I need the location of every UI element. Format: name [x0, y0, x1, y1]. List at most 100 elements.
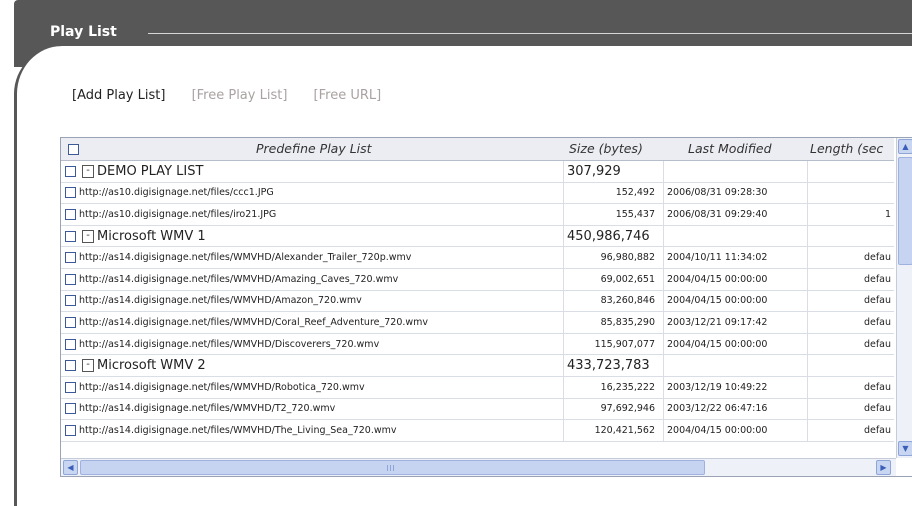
collapse-toggle-icon[interactable]: -: [82, 359, 94, 373]
modified-cell: [663, 355, 811, 376]
length-cell: defau: [807, 376, 891, 398]
table-row[interactable]: http://as10.digisignage.net/files/ccc1.J…: [61, 182, 894, 205]
name-cell: http://as10.digisignage.net/files/ccc1.J…: [65, 183, 559, 204]
size-cell: 115,907,077: [563, 333, 659, 355]
grid-header: Predefine Play List Size (bytes) Last Mo…: [61, 138, 894, 161]
column-header-name[interactable]: Predefine Play List: [256, 138, 372, 160]
page-title: Play List: [50, 24, 117, 40]
arrow-down-icon[interactable]: ▼: [898, 441, 912, 456]
arrow-left-icon[interactable]: ◀: [63, 460, 78, 475]
size-cell: 97,692,946: [563, 398, 659, 420]
row-checkbox[interactable]: [65, 230, 76, 242]
horizontal-scroll-thumb[interactable]: [80, 460, 705, 475]
name-cell: http://as14.digisignage.net/files/WMVHD/…: [65, 334, 559, 355]
file-url: http://as10.digisignage.net/files/iro21.…: [79, 208, 277, 220]
size-cell: 85,835,290: [563, 312, 659, 333]
column-header-size[interactable]: Size (bytes): [569, 138, 643, 160]
name-cell: http://as14.digisignage.net/files/WMVHD/…: [65, 247, 559, 268]
length-cell: defau: [807, 398, 891, 420]
playlist-grid: Predefine Play List Size (bytes) Last Mo…: [60, 137, 912, 477]
row-checkbox[interactable]: [65, 381, 76, 393]
modified-cell: 2003/12/19 10:49:22: [663, 376, 811, 398]
file-url: http://as14.digisignage.net/files/WMVHD/…: [79, 295, 362, 307]
size-cell: 450,986,746: [563, 225, 659, 247]
row-checkbox[interactable]: [65, 295, 76, 307]
name-cell: http://as14.digisignage.net/files/WMVHD/…: [65, 399, 559, 420]
size-cell: 120,421,562: [563, 420, 659, 441]
length-cell: defau: [807, 268, 891, 290]
table-row[interactable]: http://as14.digisignage.net/files/WMVHD/…: [61, 268, 894, 291]
length-cell: [807, 161, 891, 182]
name-cell: - Microsoft WMV 2: [65, 355, 559, 376]
file-url: http://as14.digisignage.net/files/WMVHD/…: [79, 424, 397, 436]
horizontal-scrollbar[interactable]: ◀ ▶: [61, 458, 896, 476]
modified-cell: 2003/12/22 06:47:16: [663, 398, 811, 420]
modified-cell: 2003/12/21 09:17:42: [663, 312, 811, 333]
length-cell: 1: [807, 204, 891, 225]
size-cell: 307,929: [563, 161, 659, 182]
row-checkbox[interactable]: [65, 338, 76, 350]
group-name: Microsoft WMV 1: [97, 228, 206, 244]
file-url: http://as14.digisignage.net/files/WMVHD/…: [79, 381, 365, 393]
row-checkbox[interactable]: [65, 273, 76, 285]
table-row[interactable]: http://as10.digisignage.net/files/iro21.…: [61, 204, 894, 226]
arrow-up-icon[interactable]: ▲: [898, 139, 912, 154]
table-row[interactable]: http://as14.digisignage.net/files/WMVHD/…: [61, 247, 894, 269]
column-header-length[interactable]: Length (sec: [810, 138, 894, 160]
row-checkbox[interactable]: [65, 360, 76, 372]
action-links: [Add Play List] [Free Play List] [Free U…: [72, 88, 403, 103]
row-checkbox[interactable]: [65, 208, 76, 220]
table-row[interactable]: http://as14.digisignage.net/files/WMVHD/…: [61, 420, 894, 442]
table-row[interactable]: http://as14.digisignage.net/files/WMVHD/…: [61, 333, 894, 356]
file-url: http://as14.digisignage.net/files/WMVHD/…: [79, 252, 412, 264]
row-checkbox[interactable]: [65, 252, 76, 264]
modified-cell: 2006/08/31 09:28:30: [663, 182, 811, 204]
name-cell: http://as14.digisignage.net/files/WMVHD/…: [65, 291, 559, 312]
group-row[interactable]: - Microsoft WMV 1 450,986,746: [61, 225, 894, 248]
length-cell: defau: [807, 312, 891, 333]
size-cell: 433,723,783: [563, 355, 659, 376]
size-cell: 83,260,846: [563, 290, 659, 312]
vertical-scroll-thumb[interactable]: [898, 157, 912, 265]
file-url: http://as14.digisignage.net/files/WMVHD/…: [79, 403, 336, 415]
vertical-scrollbar[interactable]: ▲ ▼: [896, 138, 912, 458]
arrow-right-icon[interactable]: ▶: [876, 460, 891, 475]
row-checkbox[interactable]: [65, 424, 76, 436]
row-checkbox[interactable]: [65, 403, 76, 415]
add-play-list-link[interactable]: [Add Play List]: [72, 88, 165, 103]
table-row[interactable]: http://as14.digisignage.net/files/WMVHD/…: [61, 312, 894, 334]
length-cell: defau: [807, 333, 891, 355]
column-header-modified[interactable]: Last Modified: [688, 138, 772, 160]
name-cell: http://as10.digisignage.net/files/iro21.…: [65, 204, 559, 225]
file-url: http://as14.digisignage.net/files/WMVHD/…: [79, 316, 429, 328]
length-cell: [807, 355, 891, 376]
file-url: http://as14.digisignage.net/files/WMVHD/…: [79, 338, 380, 350]
name-cell: - Microsoft WMV 1: [65, 226, 559, 247]
name-cell: http://as14.digisignage.net/files/WMVHD/…: [65, 420, 559, 441]
name-cell: http://as14.digisignage.net/files/WMVHD/…: [65, 312, 559, 333]
header-divider: [148, 33, 912, 34]
free-play-list-link: [Free Play List]: [191, 88, 288, 103]
file-url: http://as14.digisignage.net/files/WMVHD/…: [79, 273, 399, 285]
group-name: Microsoft WMV 2: [97, 358, 206, 374]
table-row[interactable]: http://as14.digisignage.net/files/WMVHD/…: [61, 290, 894, 313]
name-cell: http://as14.digisignage.net/files/WMVHD/…: [65, 377, 559, 398]
group-row[interactable]: - DEMO PLAY LIST 307,929: [61, 161, 894, 183]
row-checkbox[interactable]: [65, 165, 76, 177]
length-cell: [807, 225, 891, 247]
size-cell: 152,492: [563, 182, 659, 204]
row-checkbox[interactable]: [65, 187, 76, 199]
size-cell: 16,235,222: [563, 376, 659, 398]
modified-cell: 2004/04/15 00:00:00: [663, 290, 811, 312]
table-row[interactable]: http://as14.digisignage.net/files/WMVHD/…: [61, 376, 894, 399]
length-cell: defau: [807, 420, 891, 441]
modified-cell: [663, 161, 811, 182]
collapse-toggle-icon[interactable]: -: [82, 229, 94, 243]
length-cell: defau: [807, 247, 891, 268]
header-select-all-checkbox[interactable]: [68, 138, 79, 160]
length-cell: defau: [807, 290, 891, 312]
row-checkbox[interactable]: [65, 316, 76, 328]
group-row[interactable]: - Microsoft WMV 2 433,723,783: [61, 355, 894, 377]
table-row[interactable]: http://as14.digisignage.net/files/WMVHD/…: [61, 398, 894, 421]
collapse-toggle-icon[interactable]: -: [82, 164, 94, 178]
